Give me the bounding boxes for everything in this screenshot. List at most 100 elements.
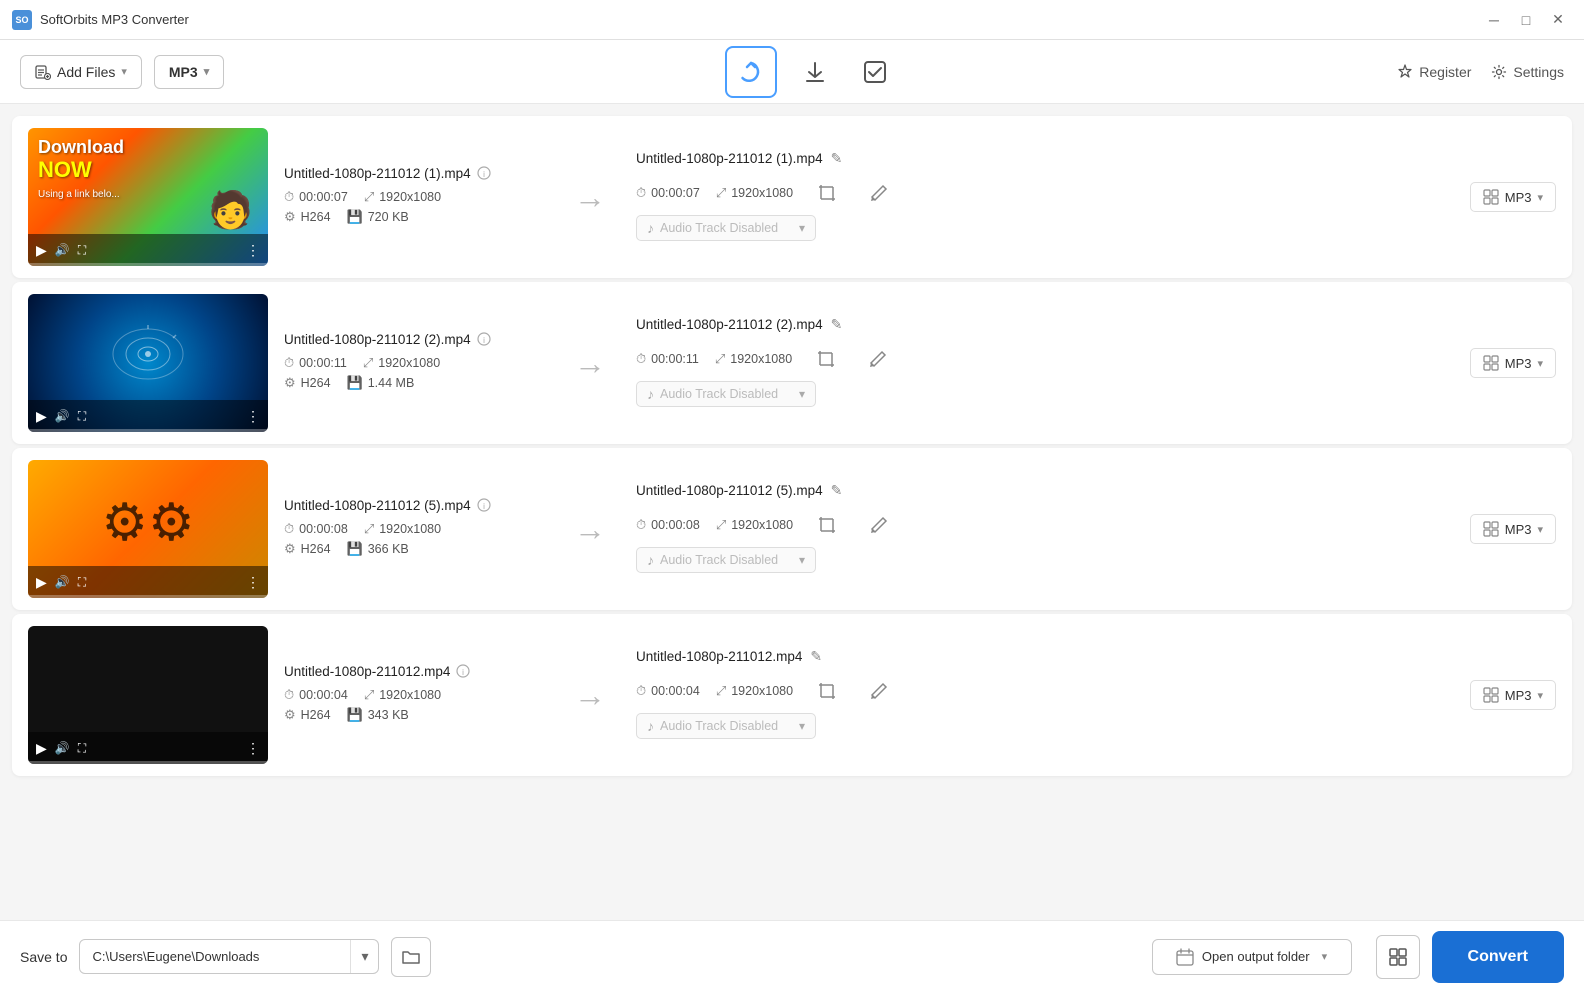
source-filename: Untitled-1080p-211012 (2).mp4 bbox=[284, 332, 471, 347]
minimize-button[interactable]: ─ bbox=[1480, 8, 1508, 32]
output-format-selector[interactable]: MP3 ▾ bbox=[1470, 182, 1556, 212]
format-button[interactable]: MP3 ▾ bbox=[154, 55, 224, 89]
volume-icon[interactable]: 🔊 bbox=[55, 575, 70, 589]
output-format-selector[interactable]: MP3 ▾ bbox=[1470, 348, 1556, 378]
size-icon: 💾 bbox=[347, 541, 363, 557]
download-button[interactable] bbox=[793, 50, 837, 94]
info-icon[interactable]: i bbox=[477, 166, 491, 180]
close-button[interactable]: ✕ bbox=[1544, 8, 1572, 32]
output-filename: Untitled-1080p-211012 (5).mp4 bbox=[636, 483, 823, 498]
save-to-label: Save to bbox=[20, 949, 67, 965]
audio-track-dropdown[interactable]: ♪ Audio Track Disabled ▾ bbox=[636, 713, 816, 739]
save-path-input[interactable] bbox=[80, 941, 350, 972]
resize-icon: ⤢ bbox=[364, 687, 374, 703]
volume-icon[interactable]: 🔊 bbox=[55, 243, 70, 257]
size-icon: 💾 bbox=[347, 375, 363, 391]
crop-icon bbox=[817, 183, 837, 203]
source-info: Untitled-1080p-211012 (1).mp4 i ⏱ 00:00:… bbox=[284, 166, 544, 229]
edit-icon[interactable]: ✎ bbox=[831, 150, 843, 167]
grid-icon bbox=[1483, 687, 1499, 703]
play-button[interactable]: ▶ bbox=[36, 242, 47, 259]
edit-icon[interactable]: ✎ bbox=[810, 648, 822, 665]
register-icon bbox=[1397, 64, 1413, 80]
out-resolution: 1920x1080 bbox=[731, 518, 793, 532]
info-icon[interactable]: i bbox=[477, 498, 491, 512]
edit-icon[interactable]: ✎ bbox=[831, 316, 843, 333]
crop-button[interactable] bbox=[809, 673, 845, 709]
info-icon[interactable]: i bbox=[477, 332, 491, 346]
add-files-label: Add Files bbox=[57, 64, 115, 80]
size-icon: 💾 bbox=[347, 707, 363, 723]
resize-icon: ⤢ bbox=[363, 355, 373, 371]
file-item: DownloadNOW Using a link belo... 🧑 ▶ 🔊 ⛶… bbox=[12, 116, 1572, 278]
source-duration: 00:00:08 bbox=[299, 522, 348, 536]
check-button[interactable] bbox=[853, 50, 897, 94]
audio-dropdown-chevron: ▾ bbox=[799, 719, 805, 733]
more-icon[interactable]: ⋮ bbox=[246, 740, 260, 757]
volume-icon[interactable]: 🔊 bbox=[55, 409, 70, 423]
edit-button[interactable] bbox=[861, 175, 897, 211]
crop-button[interactable] bbox=[809, 175, 845, 211]
format-chevron: ▾ bbox=[1537, 689, 1543, 702]
edit-icon[interactable]: ✎ bbox=[831, 482, 843, 499]
out-duration: 00:00:04 bbox=[651, 684, 700, 698]
edit-button[interactable] bbox=[860, 341, 896, 377]
grid-icon bbox=[1483, 355, 1499, 371]
edit-button[interactable] bbox=[861, 507, 897, 543]
arrow-col: → bbox=[560, 677, 620, 714]
output-format-selector[interactable]: MP3 ▾ bbox=[1470, 514, 1556, 544]
info-icon[interactable]: i bbox=[456, 664, 470, 678]
audio-note-icon: ♪ bbox=[647, 220, 654, 236]
app-icon: SO bbox=[12, 10, 32, 30]
expand-icon[interactable]: ⛶ bbox=[78, 409, 86, 424]
clock-icon: ⏱ bbox=[284, 521, 294, 537]
save-path-dropdown[interactable]: ▾ bbox=[79, 939, 379, 974]
audio-track-dropdown[interactable]: ♪ Audio Track Disabled ▾ bbox=[636, 381, 816, 407]
more-icon[interactable]: ⋮ bbox=[246, 242, 260, 259]
add-files-button[interactable]: Add Files ▾ bbox=[20, 55, 142, 89]
format-label: MP3 bbox=[169, 64, 198, 80]
output-actions: MP3 ▾ bbox=[1256, 514, 1556, 544]
thumbnail: ▶ 🔊 ⛶ ⋮ bbox=[28, 294, 268, 432]
audio-track-dropdown[interactable]: ♪ Audio Track Disabled ▾ bbox=[636, 547, 816, 573]
crop-icon bbox=[817, 515, 837, 535]
out-clock-icon: ⏱ bbox=[636, 185, 646, 201]
play-button[interactable]: ▶ bbox=[36, 740, 47, 757]
save-path-chevron[interactable]: ▾ bbox=[350, 940, 378, 973]
audio-dropdown-chevron: ▾ bbox=[799, 387, 805, 401]
audio-note-icon: ♪ bbox=[647, 718, 654, 734]
expand-icon[interactable]: ⛶ bbox=[78, 575, 86, 590]
add-files-chevron: ▾ bbox=[121, 65, 127, 78]
source-filename: Untitled-1080p-211012.mp4 bbox=[284, 664, 450, 679]
settings-label: Settings bbox=[1513, 64, 1564, 80]
settings-icon bbox=[1491, 64, 1507, 80]
source-codec: H264 bbox=[301, 210, 331, 224]
maximize-button[interactable]: □ bbox=[1512, 8, 1540, 32]
play-button[interactable]: ▶ bbox=[36, 574, 47, 591]
register-button[interactable]: Register bbox=[1397, 64, 1471, 80]
play-button[interactable]: ▶ bbox=[36, 408, 47, 425]
output-format-selector[interactable]: MP3 ▾ bbox=[1470, 680, 1556, 710]
source-resolution: 1920x1080 bbox=[378, 356, 440, 370]
grid-view-button[interactable] bbox=[1376, 935, 1420, 979]
audio-dropdown-chevron: ▾ bbox=[799, 221, 805, 235]
edit-button[interactable] bbox=[861, 673, 897, 709]
settings-button[interactable]: Settings bbox=[1491, 64, 1564, 80]
source-resolution: 1920x1080 bbox=[379, 190, 441, 204]
open-output-folder-button[interactable]: Open output folder ▾ bbox=[1152, 939, 1352, 975]
refresh-button[interactable] bbox=[725, 46, 777, 98]
convert-button[interactable]: Convert bbox=[1432, 931, 1564, 983]
output-actions: MP3 ▾ bbox=[1256, 680, 1556, 710]
expand-icon[interactable]: ⛶ bbox=[78, 243, 86, 258]
browse-folder-button[interactable] bbox=[391, 937, 431, 977]
audio-track-dropdown[interactable]: ♪ Audio Track Disabled ▾ bbox=[636, 215, 816, 241]
more-icon[interactable]: ⋮ bbox=[246, 408, 260, 425]
crop-button[interactable] bbox=[809, 507, 845, 543]
crop-button[interactable] bbox=[808, 341, 844, 377]
toolbar-center bbox=[236, 46, 1385, 98]
codec-icon: ⚙ bbox=[284, 541, 296, 557]
expand-icon[interactable]: ⛶ bbox=[78, 741, 86, 756]
volume-icon[interactable]: 🔊 bbox=[55, 741, 70, 755]
refresh-icon bbox=[737, 58, 765, 86]
more-icon[interactable]: ⋮ bbox=[246, 574, 260, 591]
